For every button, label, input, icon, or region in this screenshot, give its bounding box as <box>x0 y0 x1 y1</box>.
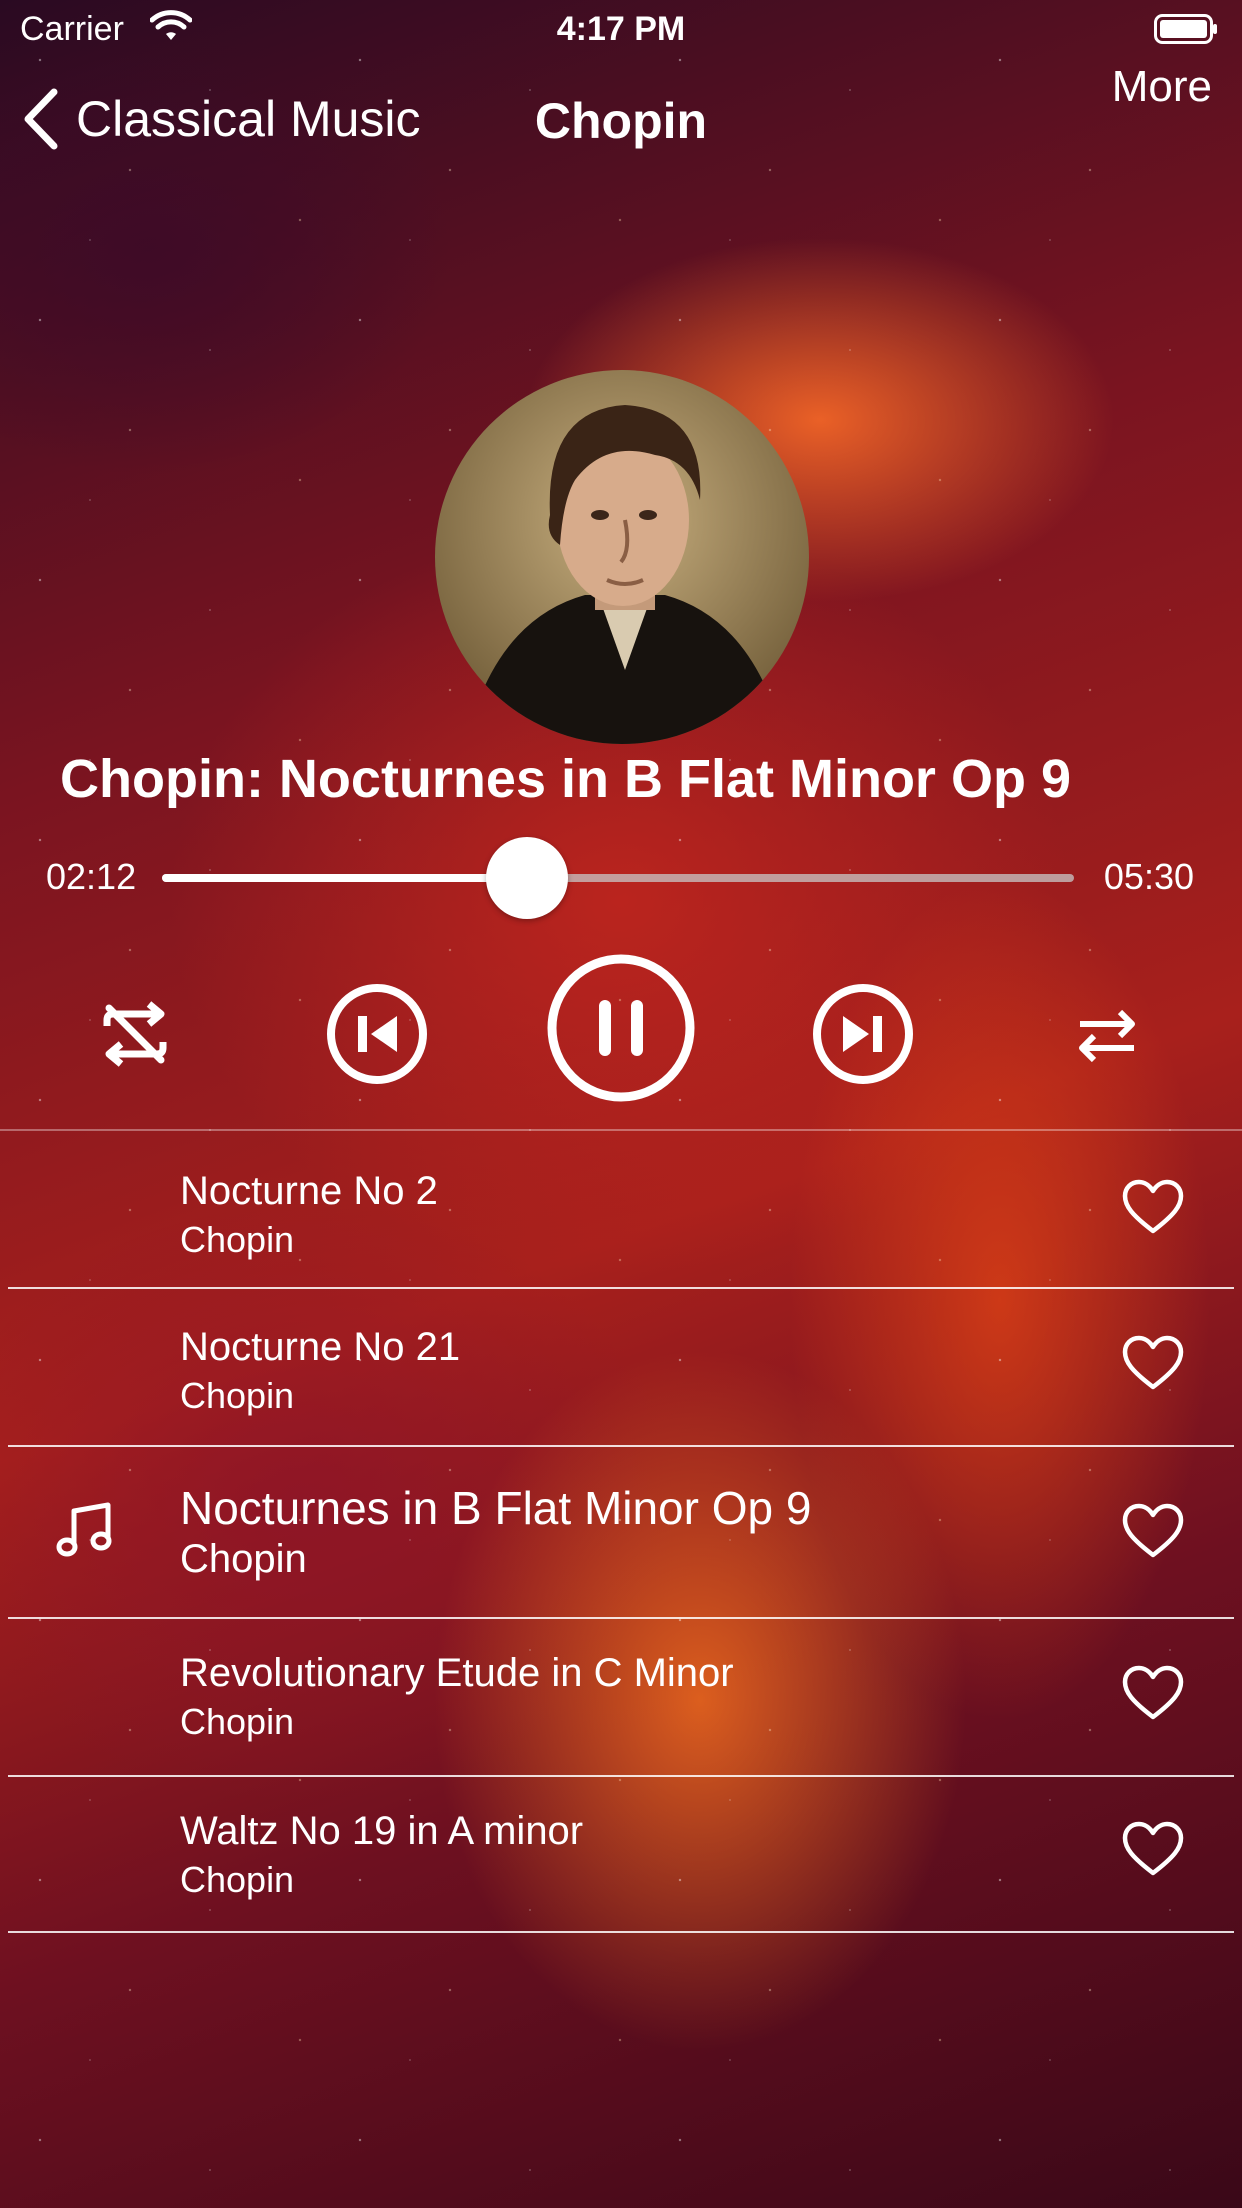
favorite-heart-icon[interactable] <box>1122 1335 1184 1391</box>
previous-button[interactable] <box>325 982 429 1086</box>
playlist-item-title: Nocturne No 21 <box>180 1325 461 1369</box>
pause-icon <box>547 954 695 1102</box>
battery-icon <box>1154 14 1217 44</box>
music-note-icon <box>56 1502 112 1557</box>
playlist-item-title: Nocturne No 2 <box>180 1169 438 1213</box>
next-button[interactable] <box>811 982 915 1086</box>
page-title: Chopin <box>534 93 708 149</box>
favorite-heart-icon[interactable] <box>1122 1821 1184 1877</box>
composer-portrait <box>435 370 809 744</box>
more-button[interactable]: More <box>1112 62 1212 112</box>
playlist-item[interactable]: Revolutionary Etude in C Minor Chopin <box>0 1619 1242 1775</box>
playlist-item-artist: Chopin <box>180 1537 307 1581</box>
favorite-heart-icon[interactable] <box>1122 1503 1184 1559</box>
playlist-item[interactable]: Nocturne No 21 Chopin <box>0 1289 1242 1445</box>
previous-icon <box>327 984 427 1084</box>
playlist-item-artist: Chopin <box>180 1375 295 1416</box>
shuffle-icon <box>1079 1009 1135 1063</box>
progress-thumb[interactable] <box>485 837 568 919</box>
playlist-item[interactable]: Waltz No 19 in A minor Chopin <box>0 1777 1242 1933</box>
playlist-item[interactable]: Nocturne No 2 Chopin <box>0 1131 1242 1287</box>
elapsed-time: 02:12 <box>46 856 137 897</box>
shuffle-button[interactable] <box>1062 990 1152 1080</box>
playlist-item-title: Revolutionary Etude in C Minor <box>180 1651 734 1695</box>
status-bar: Carrier 4:17 PM <box>0 0 1242 60</box>
playlist-item-artist: Chopin <box>180 1219 295 1260</box>
playlist-item-title: Waltz No 19 in A minor <box>180 1809 584 1853</box>
total-duration: 05:30 <box>1103 856 1194 897</box>
playlist-item-current[interactable]: Nocturnes in B Flat Minor Op 9 Chopin <box>0 1447 1242 1617</box>
clock: 4:17 PM <box>556 10 686 48</box>
progress-fill <box>162 874 527 882</box>
favorite-heart-icon[interactable] <box>1122 1179 1184 1235</box>
repeat-off-icon <box>103 1001 167 1067</box>
playlist-item-artist: Chopin <box>180 1859 295 1900</box>
favorite-heart-icon[interactable] <box>1122 1665 1184 1721</box>
pause-button[interactable] <box>545 952 697 1104</box>
row-divider <box>8 1931 1234 1933</box>
playlist-item-artist: Chopin <box>180 1701 295 1742</box>
now-playing-title: Chopin: Nocturnes in B Flat Minor Op 9 <box>60 749 1071 809</box>
next-icon <box>813 984 913 1084</box>
album-art <box>435 370 809 744</box>
progress-slider[interactable] <box>162 837 1074 919</box>
navigation-bar: Classical Music Chopin More <box>0 62 1242 170</box>
repeat-button[interactable] <box>90 984 180 1084</box>
playlist-item-title: Nocturnes in B Flat Minor Op 9 <box>180 1482 812 1534</box>
